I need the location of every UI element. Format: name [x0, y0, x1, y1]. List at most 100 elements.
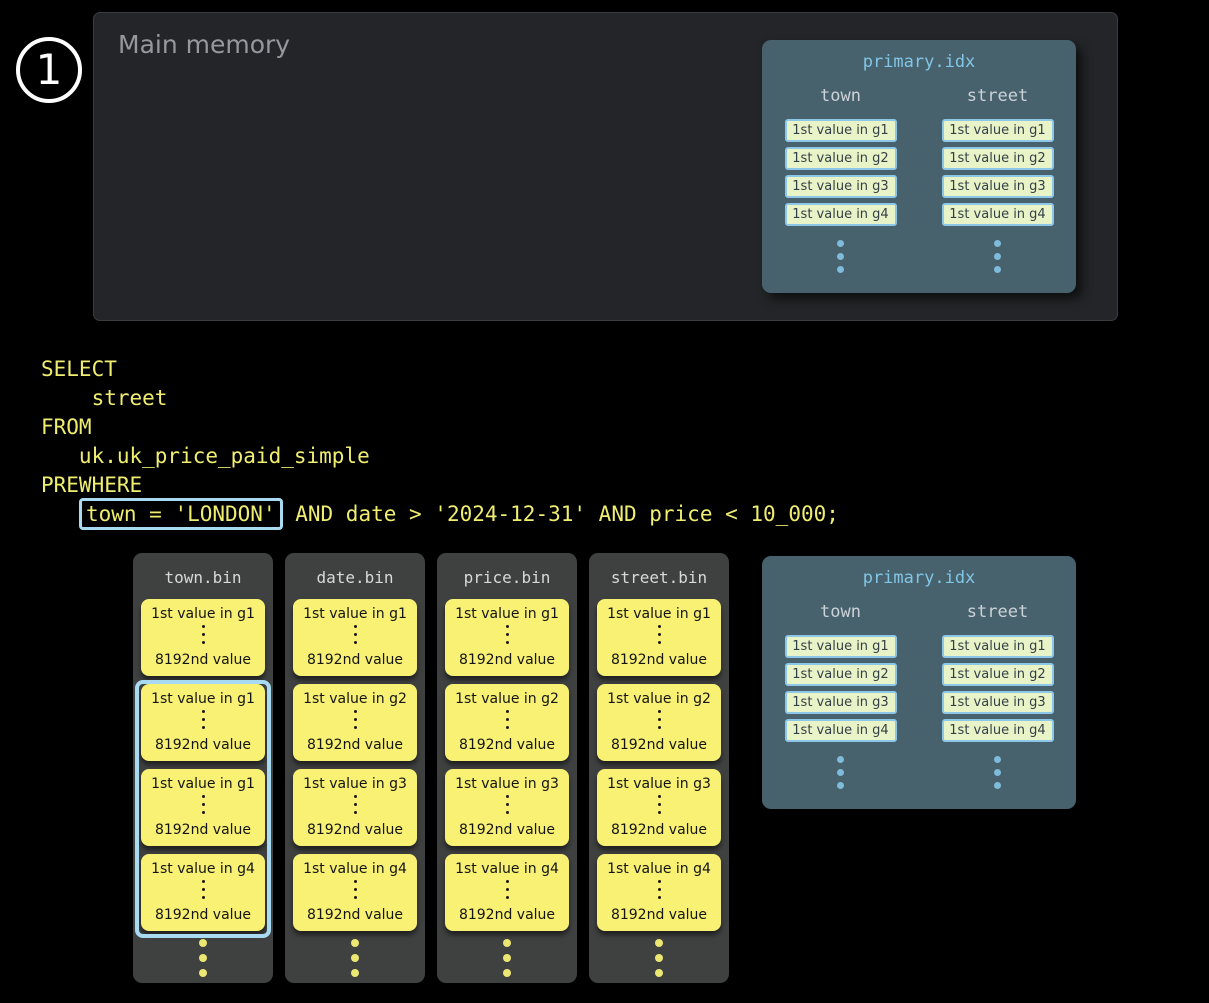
index-entry-chip: 1st value in g3	[942, 691, 1054, 714]
granule-last-value: 8192nd value	[459, 652, 555, 668]
index-column-street: street 1st value in g1 1st value in g2 1…	[919, 86, 1076, 279]
granule-block: 1st value in g3 8192nd value	[445, 769, 569, 846]
granule-last-value: 8192nd value	[307, 652, 403, 668]
granule-first-value: 1st value in g4	[607, 861, 711, 877]
main-memory-title: Main memory	[118, 30, 290, 59]
granule-block: 1st value in g1 8192nd value	[141, 684, 265, 761]
granule-first-value: 1st value in g2	[303, 691, 407, 707]
primary-idx-title: primary.idx	[762, 40, 1076, 72]
index-column-street: street 1st value in g1 1st value in g2 1…	[919, 602, 1076, 795]
ellipsis-icon	[506, 880, 509, 904]
index-entry-chip: 1st value in g1	[785, 119, 897, 142]
granule-block: 1st value in g1 8192nd value	[141, 599, 265, 676]
bin-file-price: price.bin 1st value in g1 8192nd value 1…	[437, 553, 577, 983]
sql-line-street: street	[41, 384, 839, 413]
granule-last-value: 8192nd value	[459, 822, 555, 838]
granule-first-value: 1st value in g2	[455, 691, 559, 707]
index-entry-chip: 1st value in g4	[785, 719, 897, 742]
bin-file-date: date.bin 1st value in g1 8192nd value 1s…	[285, 553, 425, 983]
ellipsis-icon	[589, 939, 729, 977]
ellipsis-icon	[202, 795, 205, 819]
granule-first-value: 1st value in g1	[151, 606, 255, 622]
ellipsis-icon	[658, 880, 661, 904]
granule-block: 1st value in g3 8192nd value	[597, 769, 721, 846]
granule-block: 1st value in g2 8192nd value	[445, 684, 569, 761]
granule-last-value: 8192nd value	[459, 737, 555, 753]
ellipsis-icon	[994, 240, 1001, 279]
granule-last-value: 8192nd value	[611, 907, 707, 923]
granule-first-value: 1st value in g1	[151, 691, 255, 707]
granule-first-value: 1st value in g3	[455, 776, 559, 792]
granule-last-value: 8192nd value	[155, 907, 251, 923]
index-entry-chip: 1st value in g3	[785, 691, 897, 714]
index-entry-chip: 1st value in g3	[785, 175, 897, 198]
index-entry-chip: 1st value in g2	[785, 663, 897, 686]
granule-block: 1st value in g2 8192nd value	[293, 684, 417, 761]
ellipsis-icon	[837, 240, 844, 279]
ellipsis-icon	[285, 939, 425, 977]
ellipsis-icon	[506, 795, 509, 819]
ellipsis-icon	[354, 795, 357, 819]
bin-file-street: street.bin 1st value in g1 8192nd value …	[589, 553, 729, 983]
granule-first-value: 1st value in g4	[303, 861, 407, 877]
granule-last-value: 8192nd value	[155, 737, 251, 753]
index-entry-chip: 1st value in g3	[942, 175, 1054, 198]
main-memory-panel: Main memory primary.idx town 1st value i…	[93, 12, 1118, 321]
sql-line-condition: town = 'LONDON' AND date > '2024-12-31' …	[41, 500, 839, 529]
index-column-name: street	[967, 86, 1028, 106]
sql-line-table: uk.uk_price_paid_simple	[41, 442, 839, 471]
granule-block: 1st value in g1 8192nd value	[445, 599, 569, 676]
sql-line-prewhere: PREWHERE	[41, 471, 839, 500]
index-entry-chip: 1st value in g2	[942, 147, 1054, 170]
ellipsis-icon	[837, 756, 844, 795]
bin-file-title: street.bin	[589, 553, 729, 599]
primary-idx-columns: town 1st value in g1 1st value in g2 1st…	[762, 86, 1076, 279]
granule-block: 1st value in g1 8192nd value	[141, 769, 265, 846]
step-number: 1	[36, 49, 63, 91]
ellipsis-icon	[658, 710, 661, 734]
ellipsis-icon	[994, 756, 1001, 795]
sql-condition-rest: AND date > '2024-12-31' AND price < 10_0…	[283, 502, 839, 526]
granule-last-value: 8192nd value	[155, 652, 251, 668]
granule-first-value: 1st value in g1	[607, 606, 711, 622]
primary-idx-disk-box: primary.idx town 1st value in g1 1st val…	[762, 556, 1076, 809]
index-entry-chip: 1st value in g4	[785, 203, 897, 226]
granule-first-value: 1st value in g3	[607, 776, 711, 792]
sql-query: SELECT street FROM uk.uk_price_paid_simp…	[41, 355, 839, 529]
bin-file-title: price.bin	[437, 553, 577, 599]
ellipsis-icon	[354, 880, 357, 904]
granule-last-value: 8192nd value	[611, 737, 707, 753]
primary-idx-memory-box: primary.idx town 1st value in g1 1st val…	[762, 40, 1076, 293]
ellipsis-icon	[437, 939, 577, 977]
ellipsis-icon	[506, 710, 509, 734]
primary-idx-columns: town 1st value in g1 1st value in g2 1st…	[762, 602, 1076, 795]
index-column-name: town	[820, 602, 861, 622]
granule-last-value: 8192nd value	[307, 822, 403, 838]
ellipsis-icon	[202, 880, 205, 904]
granule-last-value: 8192nd value	[459, 907, 555, 923]
granule-last-value: 8192nd value	[307, 907, 403, 923]
index-entry-chip: 1st value in g2	[785, 147, 897, 170]
sql-line-from: FROM	[41, 413, 839, 442]
granule-block: 1st value in g1 8192nd value	[293, 599, 417, 676]
step-badge: 1	[16, 37, 82, 103]
bin-file-title: town.bin	[133, 553, 273, 599]
granule-block: 1st value in g1 8192nd value	[597, 599, 721, 676]
ellipsis-icon	[658, 795, 661, 819]
ellipsis-icon	[202, 625, 205, 649]
ellipsis-icon	[506, 625, 509, 649]
sql-line-select: SELECT	[41, 355, 839, 384]
granule-block: 1st value in g3 8192nd value	[293, 769, 417, 846]
sql-indent	[41, 502, 79, 526]
granule-last-value: 8192nd value	[155, 822, 251, 838]
granule-last-value: 8192nd value	[307, 737, 403, 753]
index-entry-chip: 1st value in g1	[942, 119, 1054, 142]
index-column-town: town 1st value in g1 1st value in g2 1st…	[762, 602, 919, 795]
granule-first-value: 1st value in g3	[303, 776, 407, 792]
index-entry-chip: 1st value in g1	[942, 635, 1054, 658]
bin-file-town: town.bin 1st value in g1 8192nd value 1s…	[133, 553, 273, 983]
primary-idx-title: primary.idx	[762, 556, 1076, 588]
granule-block: 1st value in g4 8192nd value	[445, 854, 569, 931]
granule-block: 1st value in g4 8192nd value	[293, 854, 417, 931]
granule-first-value: 1st value in g2	[607, 691, 711, 707]
